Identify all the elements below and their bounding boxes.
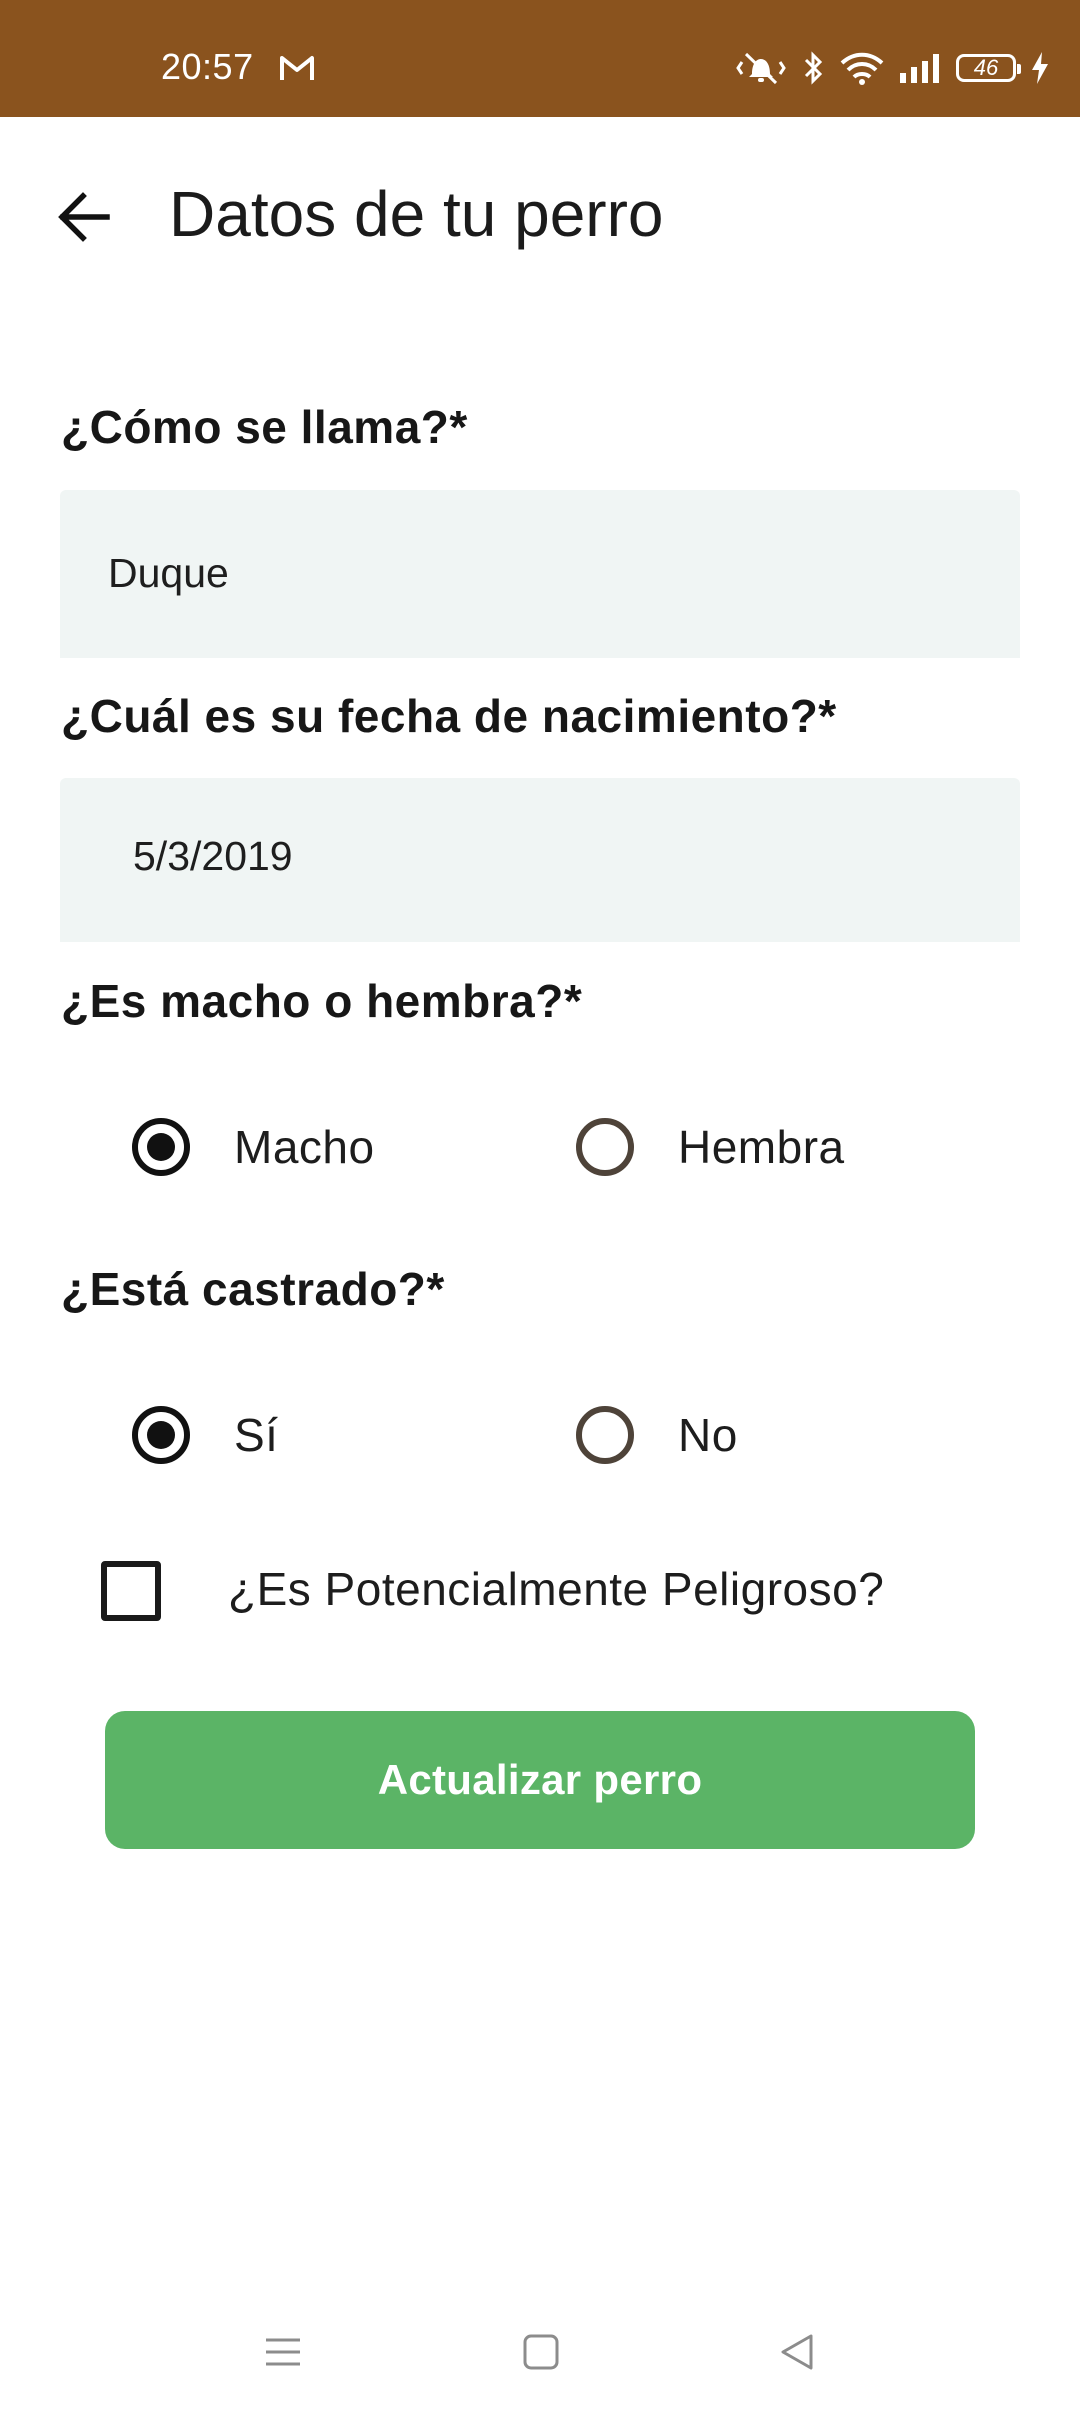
name-value: Duque (108, 550, 229, 596)
vibrate-mute-icon (734, 50, 788, 86)
status-time: 20:57 (161, 46, 254, 87)
radio-si-label: Sí (234, 1409, 279, 1461)
arrow-back-icon (58, 192, 110, 242)
radio-unchecked-icon (576, 1406, 634, 1464)
birth-date-value: 5/3/2019 (133, 833, 293, 879)
status-bar: 20:57 46 (0, 0, 1080, 117)
bluetooth-icon (802, 50, 826, 86)
radio-hembra-label: Hembra (678, 1121, 845, 1173)
charging-icon (1030, 51, 1050, 85)
radio-checked-icon (132, 1118, 190, 1176)
name-label: ¿Cómo se llama?* (61, 401, 468, 453)
radio-checked-icon (132, 1406, 190, 1464)
neutered-label: ¿Está castrado?* (61, 1263, 445, 1315)
radio-unchecked-icon (576, 1118, 634, 1176)
birth-date-label: ¿Cuál es su fecha de nacimiento?* (61, 690, 837, 742)
back-button[interactable] (52, 185, 116, 249)
dangerous-checkbox[interactable] (101, 1561, 161, 1621)
menu-icon[interactable] (253, 2322, 313, 2382)
radio-no-label: No (678, 1409, 738, 1461)
radio-macho-label: Macho (234, 1121, 375, 1173)
app-bar: Datos de tu perro (0, 117, 1080, 307)
radio-si[interactable]: Sí (132, 1395, 278, 1475)
radio-no[interactable]: No (576, 1395, 738, 1475)
home-square-icon[interactable] (511, 2322, 571, 2382)
page-title: Datos de tu perro (169, 178, 664, 250)
birth-date-field[interactable]: 5/3/2019 (60, 778, 1020, 942)
dangerous-checkbox-label[interactable]: ¿Es Potencialmente Peligroso? (228, 1562, 884, 1616)
update-dog-button[interactable]: Actualizar perro (105, 1711, 975, 1849)
back-triangle-icon[interactable] (767, 2322, 827, 2382)
gmail-icon (279, 54, 315, 87)
signal-icon (898, 53, 942, 83)
name-field[interactable]: Duque (60, 490, 1020, 658)
wifi-icon (840, 51, 884, 85)
system-nav-bar (0, 2290, 1080, 2412)
radio-macho[interactable]: Macho (132, 1107, 375, 1187)
radio-hembra[interactable]: Hembra (576, 1107, 845, 1187)
battery-icon: 46 (956, 54, 1021, 82)
sex-label: ¿Es macho o hembra?* (61, 975, 583, 1027)
